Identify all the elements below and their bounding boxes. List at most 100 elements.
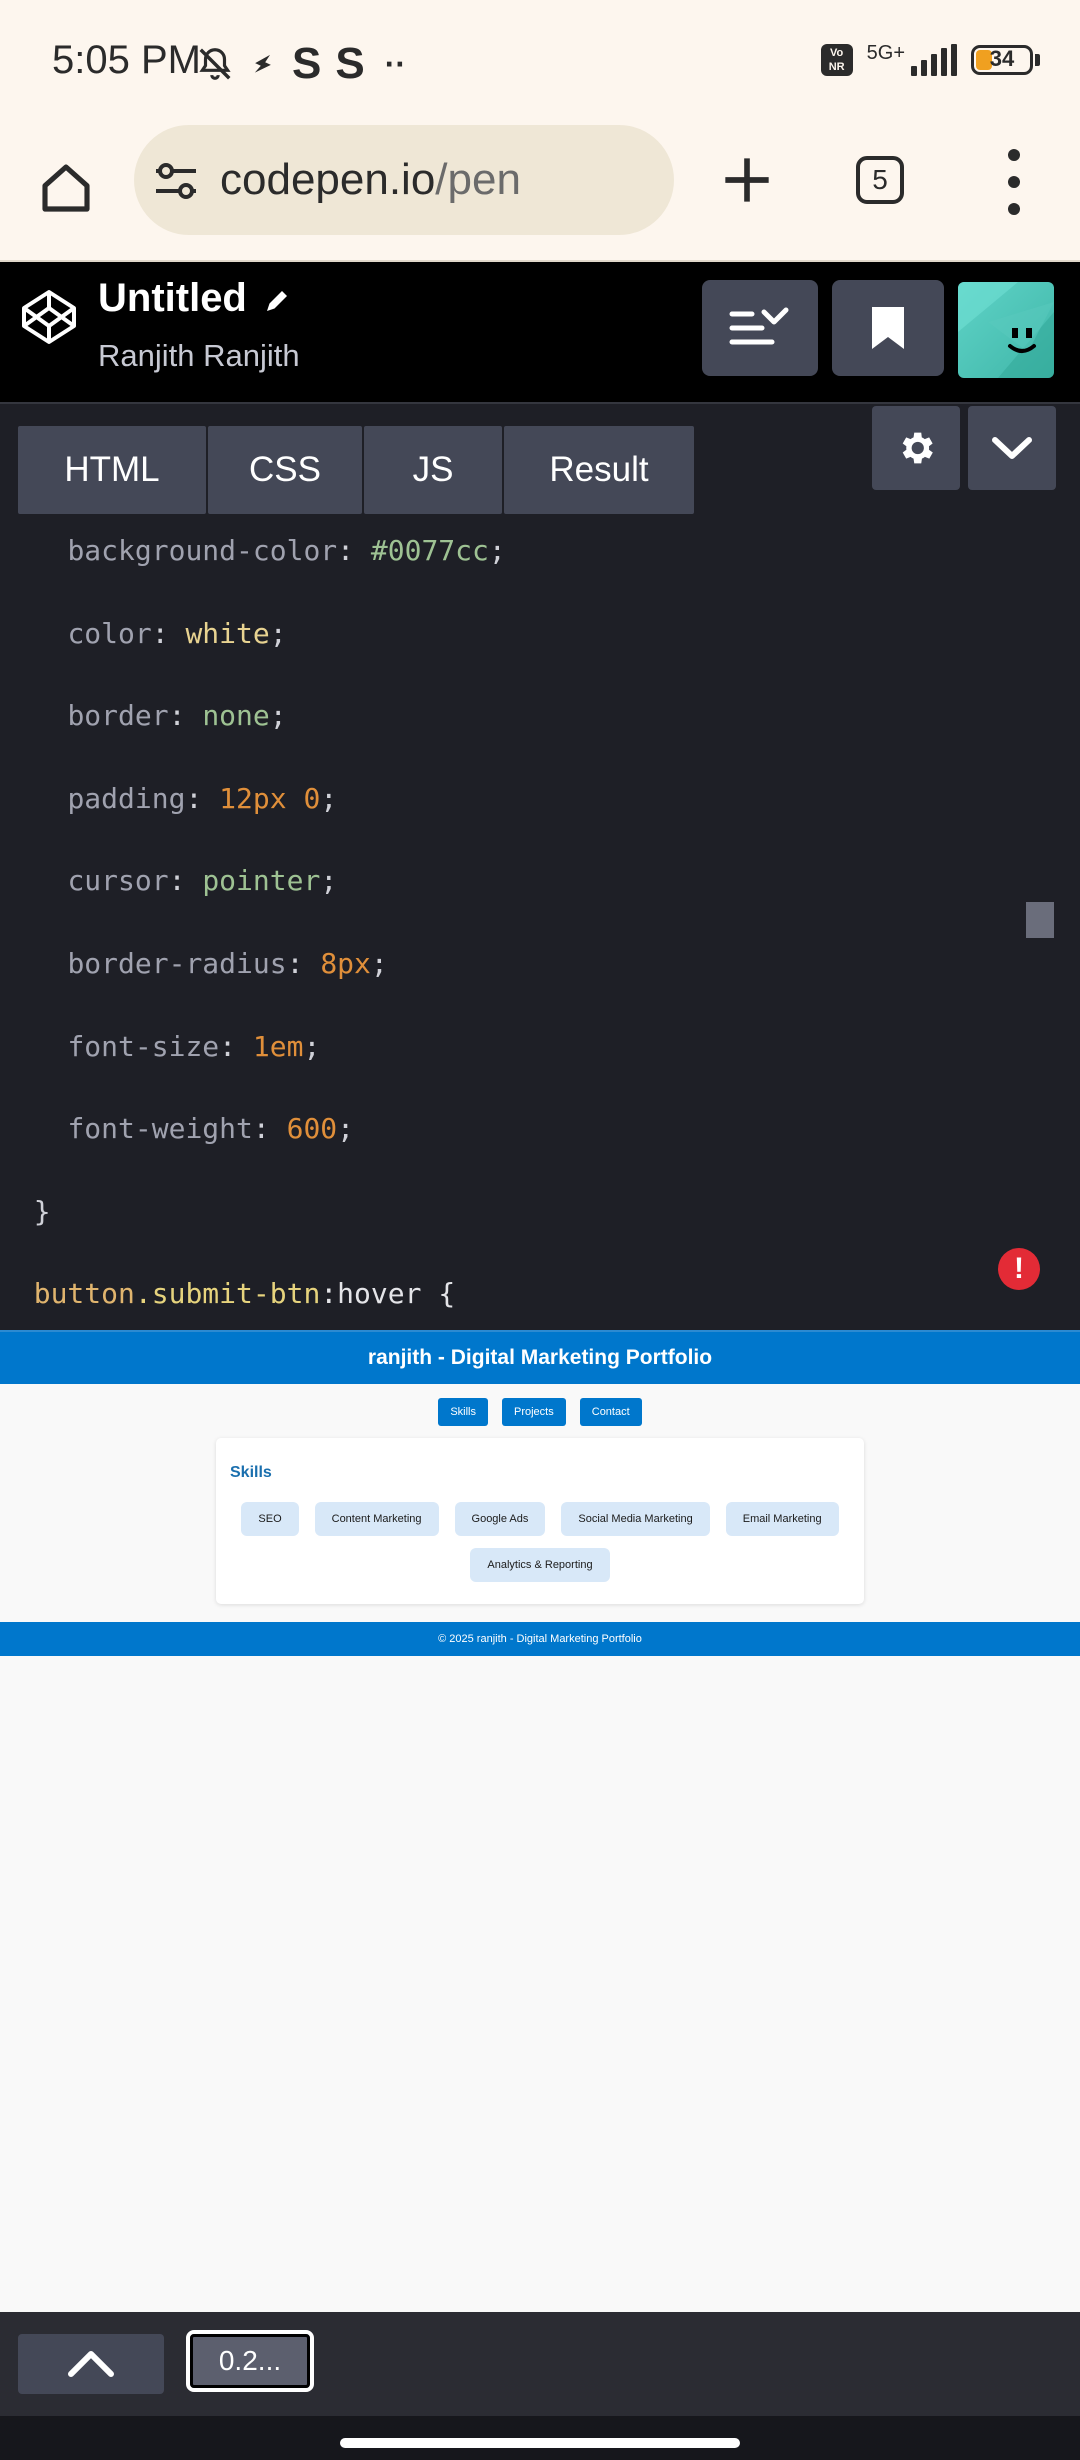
url-text: codepen.io/pen [220, 155, 521, 205]
skills-card: Skills SEO Content Marketing Google Ads … [216, 1438, 864, 1604]
code-line: button.submit-btn:hover { [0, 1253, 1000, 1336]
css-value: white [185, 616, 270, 650]
menu-dot [1008, 203, 1020, 215]
s-app-icon: S [335, 39, 365, 88]
editor-scrollbar-thumb[interactable] [1026, 902, 1054, 938]
skill-chip: Content Marketing [314, 1502, 439, 1536]
skill-chip: Email Marketing [725, 1502, 839, 1536]
battery-level: 34 [989, 46, 1015, 71]
code-line: border: none; [67, 699, 287, 733]
selector-tag: button [33, 1277, 135, 1311]
css-property: font-weight [67, 1112, 253, 1146]
css-property: font-size [67, 1029, 220, 1063]
code-line: padding: 12px 0; [67, 781, 338, 815]
expand-up-button[interactable] [18, 2334, 164, 2394]
save-bookmark-button[interactable] [832, 280, 944, 376]
bell-off-icon [199, 48, 231, 80]
code-line: border-radius: 8px; [67, 946, 388, 980]
selector-pseudo: :hover [320, 1277, 422, 1311]
codepen-header: Untitled Ranjith Ranjith [0, 262, 1080, 402]
css-property: border-radius [67, 946, 287, 980]
editor-collapse-button[interactable] [968, 406, 1056, 490]
tab-html[interactable]: HTML [18, 426, 206, 514]
css-value: #0077cc [370, 534, 489, 567]
editor-settings-button[interactable] [872, 406, 960, 490]
code-line: font-size: 1em; [67, 1029, 321, 1063]
skill-chip: SEO [241, 1502, 299, 1536]
status-notification-icons: S S ·· [196, 39, 407, 88]
menu-dot [1008, 176, 1020, 188]
code-line: color: white; [67, 616, 287, 650]
css-property: padding [67, 781, 186, 815]
css-property: cursor [67, 864, 169, 898]
css-value: 12px 0 [219, 781, 321, 815]
preview-footer: © 2025 ranjith - Digital Marketing Portf… [0, 1622, 1080, 1656]
edit-title-icon[interactable] [262, 286, 292, 316]
code-content[interactable]: background-color: #0077cc; color: white;… [0, 510, 1000, 1336]
nav-skills-button[interactable]: Skills [438, 1398, 488, 1426]
s-app-icon: S [292, 39, 322, 88]
code-line: cursor: pointer; [67, 864, 338, 898]
preview-nav: Skills Projects Contact [0, 1398, 1080, 1426]
layout-icon [729, 307, 789, 345]
volte-badge: Vo NR [820, 44, 853, 76]
result-preview: ranjith - Digital Marketing Portfolio Sk… [0, 1330, 1080, 2310]
home-button[interactable] [28, 150, 104, 226]
status-bar: 5:05 PM S S ·· Vo NR 5G+ 34 [0, 0, 1080, 125]
chevron-up-icon [68, 2351, 114, 2377]
site-settings-icon[interactable] [154, 161, 198, 201]
avatar-image [958, 282, 1054, 378]
css-value: 600 [286, 1112, 338, 1146]
code-line: font-weight: 600; [67, 1112, 355, 1146]
chevron-down-icon [992, 437, 1032, 459]
address-bar[interactable]: codepen.io/pen [134, 125, 674, 235]
css-property: border [67, 699, 169, 733]
code-editor: HTML CSS JS Result background-color: #00… [0, 402, 1080, 1332]
signal-strength-icon [911, 44, 957, 76]
css-property: color [67, 616, 152, 650]
selector-class: .submit-btn [134, 1277, 321, 1311]
selector-open-brace: { [421, 1277, 456, 1311]
editor-tabs: HTML CSS JS Result [18, 426, 694, 514]
tab-result[interactable]: Result [504, 426, 694, 514]
plus-icon [725, 158, 769, 202]
nav-projects-button[interactable]: Projects [502, 1398, 566, 1426]
skills-card-title: Skills [230, 1464, 272, 1481]
preview-header: ranjith - Digital Marketing Portfolio [0, 1330, 1080, 1384]
more-dots-icon: ·· [384, 45, 407, 82]
status-time: 5:05 PM [52, 38, 201, 82]
tab-js[interactable]: JS [364, 426, 502, 514]
home-icon [42, 164, 90, 212]
tab-switcher-button[interactable]: 5 [856, 156, 904, 204]
console-button[interactable]: 0.2... [186, 2330, 314, 2392]
codepen-bottom-bar: 0.2... [0, 2312, 1080, 2416]
user-avatar[interactable] [958, 282, 1054, 378]
code-line: background-color: #0077cc; [67, 534, 506, 567]
home-indicator[interactable] [340, 2438, 740, 2448]
pen-title[interactable]: Untitled [98, 276, 247, 321]
url-domain: codepen.io [220, 155, 436, 204]
codepen-logo-icon[interactable] [20, 288, 78, 346]
code-line: } [0, 1171, 1000, 1254]
skills-list: SEO Content Marketing Google Ads Social … [224, 1502, 856, 1582]
error-icon[interactable]: ! [998, 1248, 1040, 1290]
css-value: 1em [252, 1029, 304, 1063]
pen-author[interactable]: Ranjith Ranjith [98, 338, 300, 374]
nav-contact-button[interactable]: Contact [579, 1398, 642, 1426]
change-view-button[interactable] [702, 280, 818, 376]
closing-brace: } [33, 1194, 51, 1228]
gear-icon [902, 432, 933, 464]
menu-dot [1008, 149, 1020, 161]
tab-css[interactable]: CSS [208, 426, 362, 514]
new-tab-button[interactable] [712, 145, 782, 215]
bolt-icon [254, 54, 271, 73]
bookmark-icon [872, 307, 904, 349]
status-system-icons: Vo NR 5G+ 34 [820, 41, 1040, 76]
css-value: none [202, 699, 270, 733]
skill-chip: Social Media Marketing [561, 1502, 710, 1536]
browser-menu-button[interactable] [994, 149, 1034, 215]
css-value: pointer [202, 864, 321, 898]
network-type-label: 5G+ [866, 41, 905, 64]
css-value: 8px [320, 946, 371, 980]
css-property: background-color [67, 534, 338, 567]
